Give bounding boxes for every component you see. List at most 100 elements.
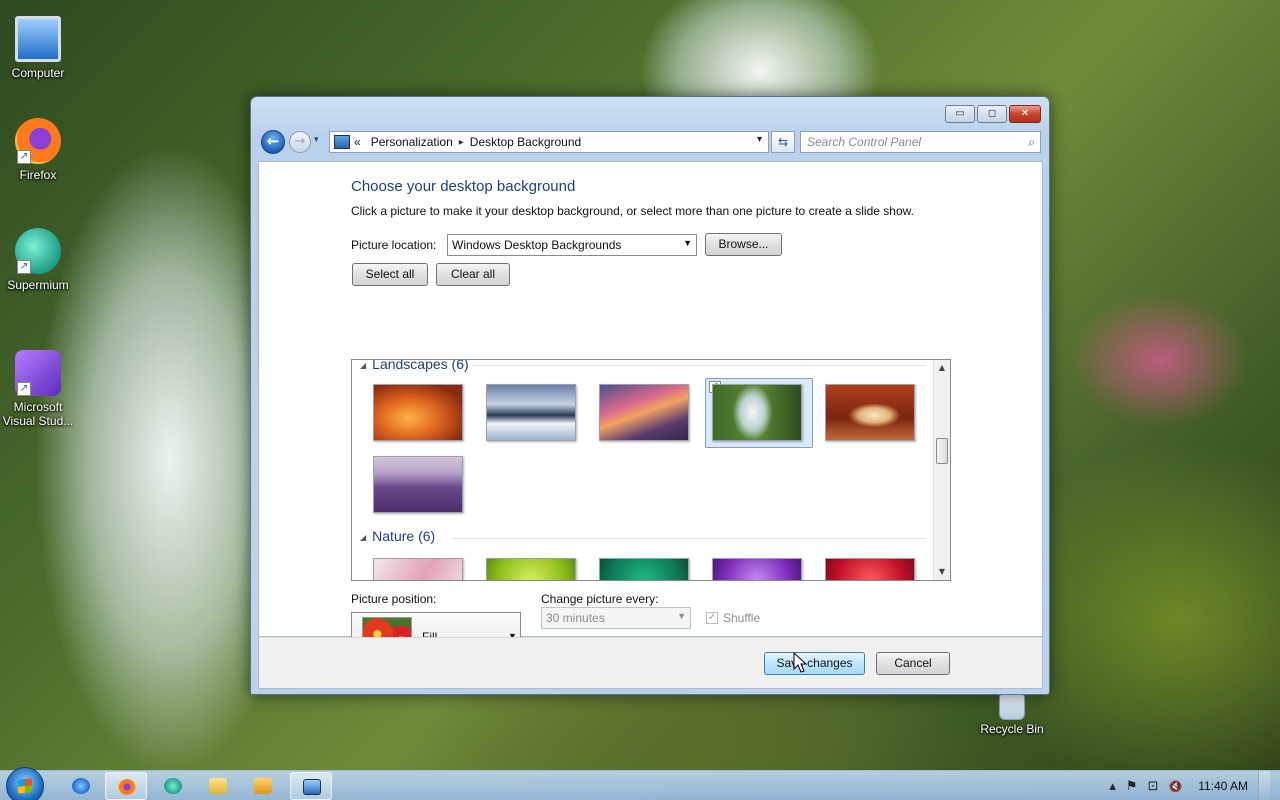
breadcrumb-root-marker[interactable]: « xyxy=(354,135,361,149)
network-icon[interactable]: ⊡ xyxy=(1148,779,1159,794)
thumbnail-green-plant[interactable] xyxy=(599,558,689,580)
page-description: Click a picture to make it your desktop … xyxy=(351,204,914,218)
internet-explorer-icon xyxy=(72,778,90,794)
scroll-down-icon[interactable]: ▼ xyxy=(934,564,950,580)
change-interval-dropdown[interactable]: 30 minutes ▼ xyxy=(541,607,691,629)
group-header-landscapes[interactable]: ◢ Landscapes (6) xyxy=(360,359,469,372)
desktop-icon-label: Supermium xyxy=(7,278,69,292)
divider xyxy=(472,365,926,366)
search-placeholder: Search Control Panel xyxy=(807,135,922,149)
breadcrumb-separator-icon[interactable]: ▸ xyxy=(459,137,464,148)
desktop-icon-visual-studio[interactable]: ↗ Microsoft Visual Stud... xyxy=(0,350,76,428)
clock[interactable]: 11:40 AM xyxy=(1198,779,1248,793)
group-title: Nature (6) xyxy=(372,528,436,544)
thumbnail-lavender-field[interactable] xyxy=(373,456,463,513)
action-center-flag-icon[interactable]: ⚑ xyxy=(1126,779,1138,794)
taskbar: ▴ ⚑ ⊡ 🔇 11:40 AM xyxy=(0,767,1280,800)
shuffle-checkbox[interactable]: ✓ xyxy=(706,612,718,624)
desktop-icon-recycle-bin[interactable]: Recycle Bin xyxy=(974,694,1050,736)
refresh-button[interactable]: ⇆ xyxy=(771,131,795,153)
picture-location-label: Picture location: xyxy=(351,238,437,252)
thumbnail-ice-lake[interactable] xyxy=(486,384,576,441)
volume-muted-icon[interactable]: 🔇 xyxy=(1168,780,1182,793)
collapse-triangle-icon: ◢ xyxy=(360,360,367,370)
taskbar-file-explorer[interactable] xyxy=(197,772,239,800)
thumbnail-rock-arch[interactable] xyxy=(825,384,915,441)
group-header-nature[interactable]: ◢ Nature (6) xyxy=(360,528,435,544)
address-dropdown-icon[interactable]: ▾ xyxy=(757,134,762,145)
thumbnail-canyon-rock[interactable] xyxy=(373,384,463,441)
thumbnail-waterfall[interactable] xyxy=(712,384,802,441)
thumbnail-purple-flower[interactable] xyxy=(712,558,802,580)
taskbar-supermium[interactable] xyxy=(152,772,194,800)
media-player-icon xyxy=(254,778,272,794)
cancel-button[interactable]: Cancel xyxy=(876,652,950,675)
minimize-button[interactable]: ▭ xyxy=(945,105,975,123)
divider xyxy=(452,538,926,539)
scrollbar-thumb[interactable] xyxy=(936,438,948,464)
browse-button[interactable]: Browse... xyxy=(705,233,782,256)
supermium-icon: ↗ xyxy=(15,228,61,274)
page-title: Choose your desktop background xyxy=(351,178,576,195)
recycle-bin-icon xyxy=(999,694,1025,720)
clear-all-button[interactable]: Clear all xyxy=(436,263,510,286)
group-title: Landscapes (6) xyxy=(372,359,469,372)
content-pane: Choose your desktop background Click a p… xyxy=(258,161,1043,662)
taskbar-internet-explorer[interactable] xyxy=(60,772,102,800)
close-button[interactable]: ✕ xyxy=(1009,105,1041,123)
search-input[interactable]: Search Control Panel ⌕ xyxy=(800,131,1041,153)
computer-icon xyxy=(15,16,61,62)
show-desktop-button[interactable] xyxy=(1258,771,1270,800)
select-all-button[interactable]: Select all xyxy=(352,263,428,286)
desktop-background-window: ▭ ◻ ✕ ← → ▾ « Personalization ▸ Desktop … xyxy=(250,96,1050,695)
taskbar-media-player[interactable] xyxy=(242,772,284,800)
save-changes-button[interactable]: Save changes xyxy=(764,652,865,675)
scroll-up-icon[interactable]: ▲ xyxy=(934,360,950,376)
desktop-icon-supermium[interactable]: ↗ Supermium xyxy=(0,228,76,292)
thumbnail-green-leaf[interactable] xyxy=(486,558,576,580)
start-button[interactable] xyxy=(6,767,44,800)
chevron-down-icon: ▼ xyxy=(677,611,686,621)
thumbnail-red-flower[interactable] xyxy=(825,558,915,580)
dialog-button-bar: Save changes Cancel xyxy=(258,637,1043,689)
mouse-cursor-icon xyxy=(793,652,807,673)
taskbar-control-panel[interactable] xyxy=(290,772,332,800)
collapse-triangle-icon: ◢ xyxy=(360,532,367,542)
supermium-icon xyxy=(164,778,182,794)
desktop-icon-firefox[interactable]: ↗ Firefox xyxy=(0,118,76,182)
chevron-down-icon: ▼ xyxy=(683,238,692,248)
shuffle-label: Shuffle xyxy=(723,611,761,625)
desktop-icon-label: Computer xyxy=(11,66,65,80)
file-explorer-icon xyxy=(209,778,227,794)
caption-buttons: ▭ ◻ ✕ xyxy=(945,105,1041,123)
desktop-icon-label: Firefox xyxy=(19,168,57,182)
desktop-icon-label: Recycle Bin xyxy=(980,722,1044,736)
desktop-icon-computer[interactable]: Computer xyxy=(0,10,76,80)
control-panel-icon xyxy=(334,135,350,149)
maximize-button[interactable]: ◻ xyxy=(977,105,1007,123)
address-bar[interactable]: « Personalization ▸ Desktop Background ▾ xyxy=(329,131,769,153)
recent-pages-dropdown[interactable]: ▾ xyxy=(314,135,319,145)
show-hidden-icons-chevron-icon[interactable]: ▴ xyxy=(1109,779,1116,794)
firefox-icon xyxy=(118,779,136,795)
desktop-icon-label: Microsoft Visual Stud... xyxy=(2,400,74,428)
visual-studio-icon: ↗ xyxy=(15,350,61,396)
gallery-scrollbar[interactable]: ▲ ▼ xyxy=(933,360,950,580)
forward-button[interactable]: → xyxy=(289,131,311,153)
firefox-icon: ↗ xyxy=(15,118,61,164)
search-icon[interactable]: ⌕ xyxy=(1028,135,1035,150)
back-button[interactable]: ← xyxy=(261,130,285,154)
change-picture-label: Change picture every: xyxy=(541,592,659,606)
picture-gallery[interactable]: ◢Landscapes (6) ✓ ◢Nature (6) ▲ ▼ xyxy=(351,359,951,581)
taskbar-firefox[interactable] xyxy=(105,772,147,800)
control-panel-icon xyxy=(303,779,321,795)
navigation-bar: ← → ▾ « Personalization ▸ Desktop Backgr… xyxy=(259,129,1041,155)
system-tray: ▴ ⚑ ⊡ 🔇 11:40 AM xyxy=(1109,771,1280,800)
breadcrumb-personalization[interactable]: Personalization xyxy=(371,135,453,149)
picture-location-dropdown[interactable]: Windows Desktop Backgrounds ▼ xyxy=(447,234,697,256)
breadcrumb-desktop-background[interactable]: Desktop Background xyxy=(470,135,581,149)
picture-location-value: Windows Desktop Backgrounds xyxy=(452,238,622,252)
change-interval-value: 30 minutes xyxy=(546,611,605,625)
thumbnail-pink-flower[interactable] xyxy=(373,558,463,580)
thumbnail-sunset-coast[interactable] xyxy=(599,384,689,441)
